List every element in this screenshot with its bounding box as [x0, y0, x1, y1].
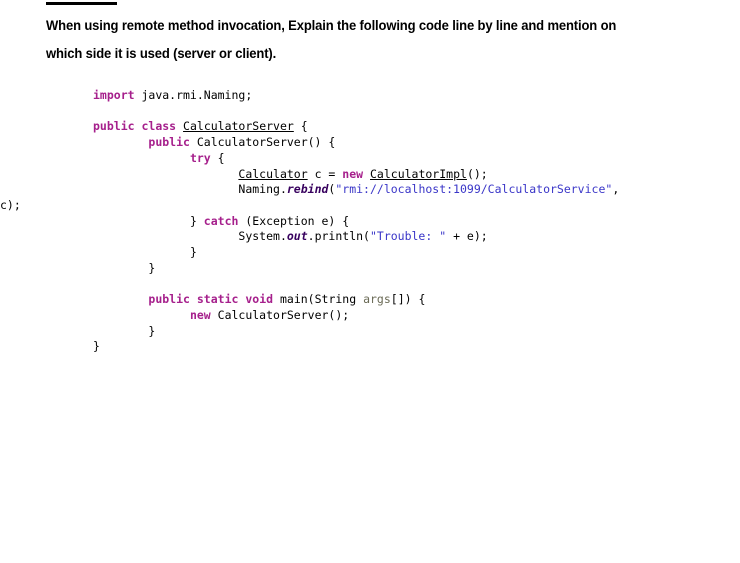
code-token: c = — [307, 166, 343, 181]
code-token: } — [148, 260, 156, 275]
code-token: rebind — [286, 182, 329, 197]
code-token: public — [93, 119, 135, 134]
code-token: Calculator — [238, 166, 308, 181]
code-token: { — [293, 119, 308, 134]
code-line: } — [93, 261, 733, 277]
code-token: static — [196, 292, 239, 307]
code-token: } — [93, 339, 100, 354]
code-token: main(String — [273, 292, 364, 307]
code-token: (); — [466, 166, 488, 181]
code-token: CalculatorServer — [183, 119, 294, 134]
question-paragraph: When using remote method invocation, Exp… — [46, 18, 617, 61]
code-token: new — [342, 166, 364, 181]
code-token: + e); — [446, 229, 488, 244]
code-line: new CalculatorServer(); — [93, 308, 733, 324]
heading-underline-rule — [46, 2, 117, 5]
code-token: Naming. — [238, 182, 287, 197]
code-line-wrapped: c); — [0, 198, 640, 214]
code-token: []) { — [390, 292, 426, 307]
code-token: System. — [238, 229, 287, 244]
code-token: { — [210, 150, 225, 165]
code-token: } — [189, 213, 204, 228]
code-token: class — [141, 119, 177, 134]
code-token: void — [245, 292, 274, 307]
code-token: c); — [0, 197, 21, 212]
code-token: catch — [203, 213, 239, 228]
code-token: } — [148, 323, 156, 338]
code-token: public — [148, 292, 190, 307]
code-line: import java.rmi.Naming; — [93, 88, 733, 104]
code-token: } — [189, 245, 197, 260]
code-token: java.rmi.Naming; — [134, 88, 253, 102]
code-token: (Exception e) { — [238, 213, 350, 228]
code-line: public class CalculatorServer { — [93, 119, 733, 135]
code-token: import — [93, 88, 135, 102]
code-line: } — [93, 339, 733, 355]
code-line: Naming.rebind("rmi://localhost:1099/Calc… — [93, 182, 733, 198]
code-line: } catch (Exception e) { — [93, 214, 733, 230]
code-token: "rmi://localhost:1099/CalculatorService" — [335, 182, 613, 197]
code-token: , — [612, 182, 620, 197]
code-token: args — [363, 292, 391, 307]
code-line: Calculator c = new CalculatorImpl(); — [93, 167, 733, 183]
code-line: public static void main(String args[]) { — [93, 292, 733, 308]
java-code-block: import java.rmi.Naming; public class Cal… — [0, 88, 733, 355]
code-line: try { — [93, 151, 733, 167]
code-token: CalculatorServer(); — [210, 307, 350, 322]
code-token: try — [189, 150, 211, 165]
code-token: CalculatorImpl — [370, 166, 467, 181]
code-line: public CalculatorServer() { — [93, 135, 733, 151]
code-token: .println( — [307, 229, 370, 244]
code-line: System.out.println("Trouble: " + e); — [93, 229, 733, 245]
code-token: out — [286, 229, 308, 244]
code-line: } — [93, 324, 733, 340]
code-line: } — [93, 245, 733, 261]
code-token: new — [189, 307, 211, 322]
document-page: { "document": { "cut_heading_text": "", … — [0, 0, 740, 563]
code-token: public — [148, 135, 190, 150]
code-token: "Trouble: " — [369, 229, 447, 244]
code-token: CalculatorServer() { — [189, 135, 336, 150]
